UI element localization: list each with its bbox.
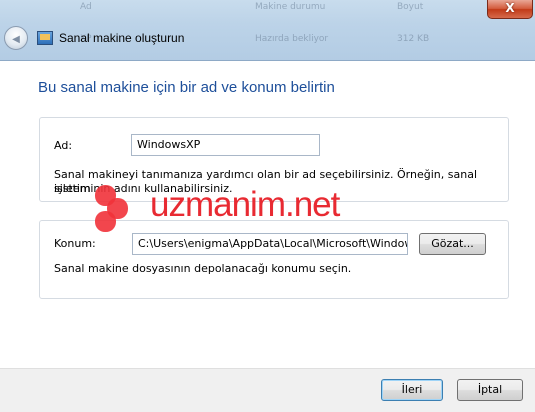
close-icon: X [505,1,515,15]
name-label: Ad: [54,139,73,152]
background-text: Boyut [397,2,424,12]
cancel-button[interactable]: İptal [457,379,523,401]
browse-button[interactable]: Gözat... [419,233,486,255]
wizard-footer: İleri İptal [0,368,535,412]
background-text: Ad [80,2,92,12]
window-title: Sanal makine oluşturun [59,31,185,45]
background-text: Makine durumu [255,2,326,12]
back-button[interactable]: ◀ [4,26,28,50]
virtual-machine-wizard-icon [37,31,53,45]
page-heading: Bu sanal makine için bir ad ve konum bel… [38,79,335,96]
location-label: Konum: [54,237,96,250]
watermark: uzmanim.net [95,183,365,233]
name-field[interactable]: WindowsXP [131,134,320,156]
location-description: Sanal makine dosyasının depolanacağı kon… [54,262,352,275]
location-field[interactable]: C:\Users\enigma\AppData\Local\Microsoft\… [132,233,408,255]
window-titlebar: Ad Makine durumu Boyut XP Hazırda bekliy… [0,0,535,61]
watermark-logo-icon [95,185,143,233]
background-text: 312 KB [397,34,430,44]
close-button[interactable]: X [487,0,533,19]
back-arrow-icon: ◀ [12,34,20,45]
watermark-text: uzmanim.net [150,185,340,224]
next-button[interactable]: İleri [381,379,443,401]
background-text: Hazırda bekliyor [255,34,329,44]
background-window-row: Ad Makine durumu Boyut [0,2,535,20]
